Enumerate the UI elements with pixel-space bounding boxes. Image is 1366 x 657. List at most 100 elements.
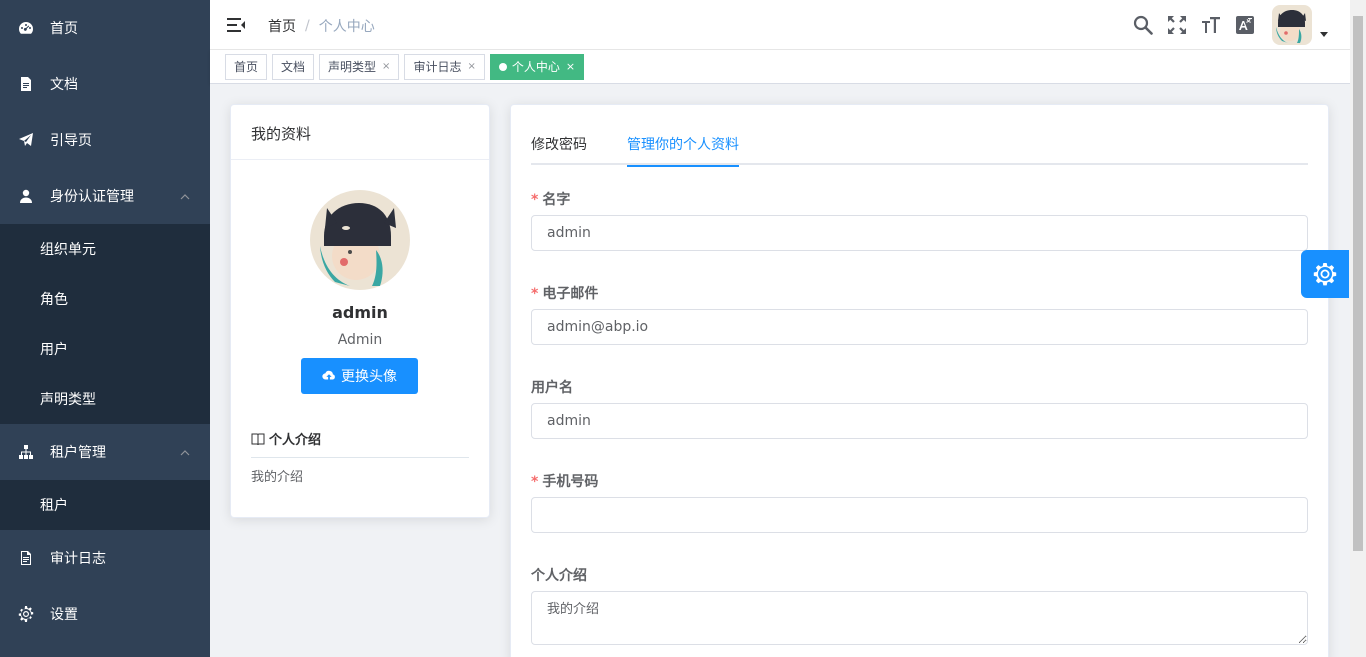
intro-label: 个人介绍: [531, 565, 587, 585]
font-size-icon[interactable]: [1200, 14, 1222, 36]
sidebar-item-audit-logs[interactable]: 审计日志: [0, 530, 210, 586]
sidebar-item-label: 身份认证管理: [50, 189, 134, 205]
intro-label-text: 个人介绍: [531, 568, 587, 584]
tag-claim-types[interactable]: 声明类型 ×: [319, 53, 400, 80]
guide-icon: [18, 132, 34, 148]
tag-profile[interactable]: 个人中心 ×: [489, 53, 585, 80]
tag-docs[interactable]: 文档: [272, 53, 315, 80]
intro-title-label: 个人介绍: [269, 433, 322, 448]
chevron-up-icon: [180, 446, 190, 456]
sidebar-item-label: 声明类型: [40, 392, 96, 408]
tenant-submenu: 租户: [0, 480, 210, 530]
sidebar-item-identity[interactable]: 身份认证管理: [0, 168, 210, 224]
email-label: * 电子邮件: [531, 283, 598, 303]
sidebar-item-label: 文档: [50, 77, 78, 93]
tag-label: 审计日志: [413, 59, 462, 74]
required-mark: *: [531, 286, 539, 302]
intro-title: 个人介绍: [251, 429, 469, 458]
sidebar-item-users[interactable]: 用户: [0, 324, 210, 374]
profile-role: Admin: [337, 332, 383, 348]
sidebar-item-home[interactable]: 首页: [0, 0, 210, 56]
sidebar-item-tenant-management[interactable]: 租户管理: [0, 424, 210, 480]
hamburger-icon[interactable]: [226, 15, 246, 35]
tab-manage-profile[interactable]: 管理你的个人资料: [627, 125, 739, 167]
tag-label: 个人中心: [511, 59, 560, 74]
book-icon: [251, 433, 265, 445]
intro-textarea[interactable]: 我的介绍: [531, 591, 1308, 645]
sidebar-item-claim-types[interactable]: 声明类型: [0, 374, 210, 424]
tabs: 修改密码 管理你的个人资料: [531, 125, 1308, 167]
tag-home[interactable]: 首页: [225, 53, 268, 80]
phone-label: * 手机号码: [531, 471, 598, 491]
tab-change-password[interactable]: 修改密码: [531, 125, 587, 165]
sidebar-item-settings[interactable]: 设置: [0, 586, 210, 642]
sidebar-item-label: 设置: [50, 607, 78, 623]
page-scrollbar[interactable]: [1350, 0, 1366, 657]
email-label-text: 电子邮件: [542, 286, 599, 302]
log-icon: [18, 550, 34, 566]
required-mark: *: [531, 474, 539, 490]
close-icon[interactable]: ×: [382, 55, 390, 79]
sidebar-item-label: 审计日志: [50, 551, 106, 567]
avatar[interactable]: [1272, 5, 1312, 45]
navbar: 首页 / 个人中心: [210, 0, 1350, 50]
username-label-text: 用户名: [531, 380, 573, 396]
sidebar-item-label: 首页: [50, 21, 78, 37]
gear-icon: [18, 606, 34, 622]
profile-avatar: [310, 190, 410, 290]
chevron-up-icon: [180, 190, 190, 200]
username-input[interactable]: [531, 403, 1308, 439]
breadcrumb: 首页 / 个人中心: [268, 16, 375, 36]
tags-view: 首页 文档 声明类型 × 审计日志 × 个人中心 ×: [210, 50, 1350, 84]
profile-name: admin: [332, 303, 388, 322]
required-mark: *: [531, 192, 539, 208]
breadcrumb-home[interactable]: 首页: [268, 16, 296, 36]
user-icon: [18, 188, 34, 204]
tree-icon: [18, 444, 34, 460]
phone-label-text: 手机号码: [542, 474, 599, 490]
username-label: 用户名: [531, 377, 573, 397]
language-icon[interactable]: [1234, 14, 1256, 36]
page-content: 我的资料 admin Admin 更换头像 个人介绍 我的介绍 修改密码 管理你…: [210, 84, 1350, 657]
sidebar-item-label: 引导页: [50, 133, 92, 149]
profile-form-card: 修改密码 管理你的个人资料 *名字 *电子邮件 用户名 *手机号码 个人介绍 我…: [510, 104, 1329, 657]
breadcrumb-current: 个人中心: [318, 19, 375, 35]
name-label: * 名字: [531, 189, 570, 209]
sidebar-item-guide[interactable]: 引导页: [0, 112, 210, 168]
dashboard-icon: [18, 20, 34, 36]
navbar-right: [1126, 0, 1328, 50]
identity-submenu: 组织单元 角色 用户 声明类型: [0, 224, 210, 424]
active-dot-icon: [498, 62, 507, 71]
chevron-down-icon[interactable]: [1320, 31, 1328, 37]
sidebar-item-docs[interactable]: 文档: [0, 56, 210, 112]
main-area: 首页 / 个人中心 首页 文档 声明类型 × 审计日志 × 个人中心 × 我的资…: [210, 0, 1350, 657]
change-avatar-label: 更换头像: [341, 369, 397, 385]
tag-audit-logs[interactable]: 审计日志 ×: [404, 53, 485, 80]
app-root: 首页 文档 引导页 身份认证管理 组织单元 角色 用户 声明类型 租户管理 租户…: [0, 0, 1366, 657]
search-icon[interactable]: [1132, 14, 1154, 36]
scrollbar-thumb[interactable]: [1353, 16, 1363, 551]
phone-input[interactable]: [531, 497, 1308, 533]
sidebar-item-label: 组织单元: [40, 242, 96, 258]
sidebar-item-tenants[interactable]: 租户: [0, 480, 210, 530]
tag-label: 首页: [234, 59, 259, 74]
sidebar-item-label: 租户: [40, 498, 68, 514]
cloud-upload-icon: [322, 370, 335, 380]
gear-icon: [1313, 263, 1337, 286]
close-icon[interactable]: ×: [467, 55, 475, 79]
intro-text: 我的介绍: [251, 470, 304, 485]
email-input[interactable]: [531, 309, 1308, 345]
sidebar: 首页 文档 引导页 身份认证管理 组织单元 角色 用户 声明类型 租户管理 租户…: [0, 0, 210, 657]
fullscreen-icon[interactable]: [1166, 14, 1188, 36]
change-avatar-button[interactable]: 更换头像: [301, 358, 418, 394]
profile-card: 我的资料 admin Admin 更换头像 个人介绍 我的介绍: [230, 104, 490, 518]
close-icon[interactable]: ×: [566, 55, 575, 79]
sidebar-item-roles[interactable]: 角色: [0, 274, 210, 324]
sidebar-item-label: 租户管理: [50, 445, 106, 461]
breadcrumb-separator: /: [305, 18, 310, 34]
sidebar-item-org-units[interactable]: 组织单元: [0, 224, 210, 274]
sidebar-item-label: 角色: [40, 292, 68, 308]
theme-settings-button[interactable]: [1301, 250, 1349, 298]
name-input[interactable]: [531, 215, 1308, 251]
tag-label: 文档: [281, 59, 306, 74]
